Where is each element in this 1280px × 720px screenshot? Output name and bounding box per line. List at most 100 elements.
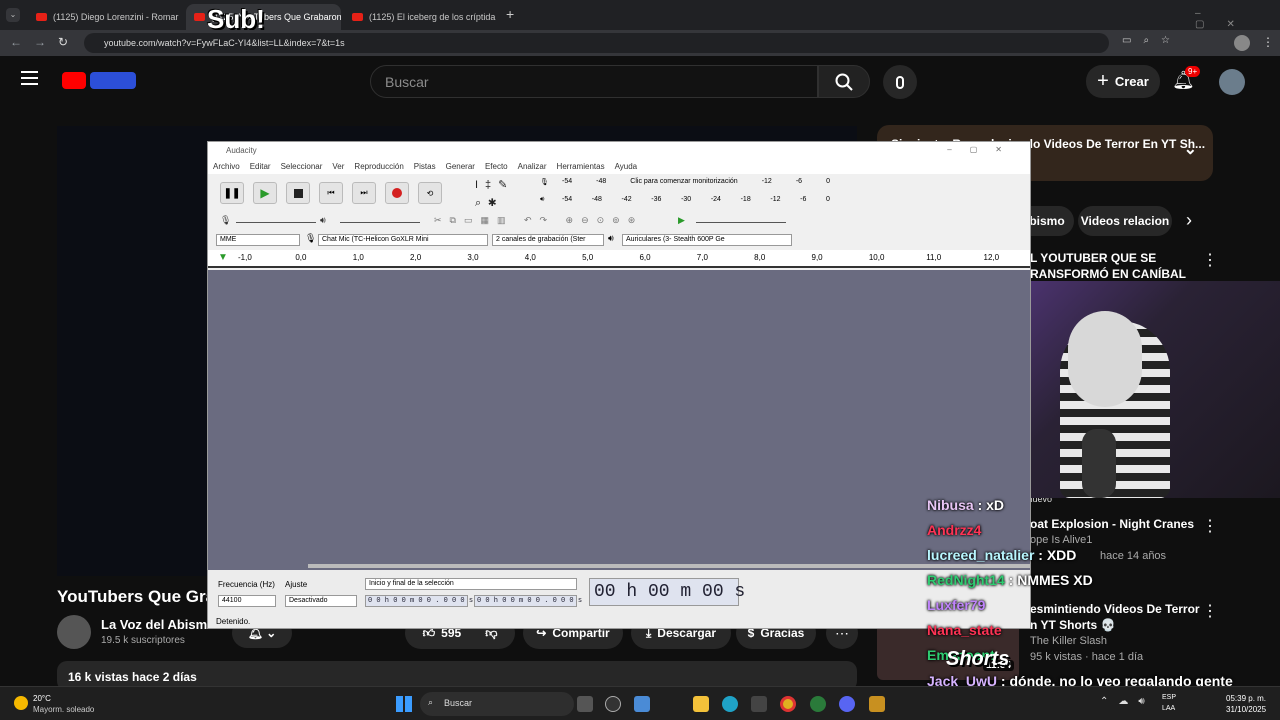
play-at-speed-icon[interactable]: ▶ bbox=[678, 215, 685, 226]
zoom-tool-icon[interactable]: ⌕✱ bbox=[475, 194, 514, 212]
menu-seleccionar[interactable]: Seleccionar bbox=[281, 162, 323, 172]
forward-icon[interactable]: → bbox=[34, 35, 46, 49]
selection-start[interactable]: 0 0 h 0 0 m 0 0 . 0 0 0 s bbox=[365, 595, 473, 607]
record-meter[interactable]: 🎙︎ -54 -48 Clic para comenzar monitoriza… bbox=[540, 178, 830, 192]
chat-username: Nana_state bbox=[927, 622, 1002, 638]
weather-temp[interactable]: 20°C bbox=[33, 694, 51, 703]
menu-herramientas[interactable]: Herramientas bbox=[557, 162, 605, 172]
taskbar-search[interactable]: ⌕ Buscar bbox=[420, 692, 574, 716]
track-scrollbar[interactable] bbox=[308, 564, 1030, 568]
input-language-2[interactable]: LAA bbox=[1162, 705, 1175, 712]
playback-device-select[interactable]: Auriculares (3- Stealth 600P Ge bbox=[622, 234, 792, 246]
clock-date[interactable]: 31/10/2025 bbox=[1226, 705, 1266, 714]
browser-tab-bar: ⌄ (1125) Diego Lorenzini - Romar ✕ (1125… bbox=[0, 0, 1280, 34]
folder-icon[interactable] bbox=[693, 696, 709, 712]
menu-ver[interactable]: Ver bbox=[332, 162, 344, 172]
more-options-icon[interactable]: ⋮ bbox=[1202, 516, 1218, 536]
channel-name[interactable]: La Voz del Abismo bbox=[101, 617, 215, 632]
time-display[interactable]: 00 h 00 m 00 s bbox=[589, 578, 745, 606]
plus-icon: + bbox=[1097, 70, 1109, 92]
back-icon[interactable]: ← bbox=[10, 35, 22, 49]
record-button[interactable] bbox=[385, 182, 409, 204]
menu-ayuda[interactable]: Ayuda bbox=[615, 162, 638, 172]
recording-device-select[interactable]: Chat Mic (TC-Helicon GoXLR Mini bbox=[318, 234, 488, 246]
menu-editar[interactable]: Editar bbox=[250, 162, 271, 172]
search-input[interactable]: Buscar bbox=[370, 65, 818, 98]
chevron-right-icon[interactable]: › bbox=[1186, 210, 1192, 231]
tray-icons[interactable]: ⌃☁🔊︎ bbox=[1100, 696, 1155, 707]
youtube-logo[interactable] bbox=[62, 72, 86, 89]
voice-search-button[interactable] bbox=[883, 65, 917, 99]
chip-2[interactable]: Videos relacion bbox=[1078, 206, 1172, 236]
copilot-icon[interactable] bbox=[634, 696, 650, 712]
start-windows-icon[interactable] bbox=[396, 696, 412, 712]
rec-title-2: n YT Shorts 💀 bbox=[1030, 618, 1116, 632]
app-icon[interactable] bbox=[810, 696, 826, 712]
more-options-icon[interactable]: ⋮ bbox=[1202, 250, 1218, 270]
obs-icon[interactable] bbox=[605, 696, 621, 712]
skip-start-button[interactable]: ⏮ bbox=[319, 182, 343, 204]
menu-efecto[interactable]: Efecto bbox=[485, 162, 508, 172]
track-area[interactable] bbox=[208, 270, 1030, 570]
timeline-ruler[interactable]: ▼ -1,0 0,0 1,0 2,0 3,0 4,0 5,0 6,0 7,0 8,0 9,0 10,0… bbox=[208, 250, 1030, 268]
weather-text[interactable]: Mayorm. soleado bbox=[33, 705, 94, 714]
extensions-icon[interactable]: ▭⌕☆ bbox=[1122, 35, 1182, 46]
channel-avatar[interactable] bbox=[57, 615, 91, 649]
selection-tool-icon[interactable]: I‡✎ bbox=[475, 176, 514, 194]
menu-icon[interactable]: ⋮ bbox=[1262, 35, 1274, 49]
window-controls[interactable]: –▢✕ bbox=[1195, 8, 1280, 30]
skip-end-button[interactable]: ⏭ bbox=[352, 182, 376, 204]
more-options-icon[interactable]: ⋮ bbox=[1202, 601, 1218, 621]
calculator-icon[interactable] bbox=[751, 696, 767, 712]
tab-3[interactable]: (1125) El iceberg de los críptida ✕ bbox=[344, 4, 499, 30]
edge-icon[interactable] bbox=[722, 696, 738, 712]
rate-select[interactable]: 44100 bbox=[218, 595, 276, 607]
menu-reproduccion[interactable]: Reproducción bbox=[354, 162, 403, 172]
edit-tools-icons[interactable]: ✂⧉▭▦▥ ↶↷ ⊕⊖⊙⊚⊛ bbox=[434, 215, 643, 226]
play-speed-slider[interactable] bbox=[696, 222, 786, 223]
mic-volume-slider[interactable] bbox=[236, 222, 316, 223]
rec-item-3[interactable]: esmintiendo Videos De Terror n YT Shorts… bbox=[1030, 601, 1210, 665]
reload-icon[interactable]: ↻ bbox=[58, 35, 68, 49]
menu-archivo[interactable]: Archivo bbox=[213, 162, 240, 172]
window-controls[interactable]: –▢✕ bbox=[947, 145, 1020, 154]
account-avatar[interactable] bbox=[1219, 69, 1245, 95]
url-input[interactable]: youtube.com/watch?v=FywFLaC-YI4&list=LL&… bbox=[84, 33, 1109, 53]
channels-select[interactable]: 2 canales de grabación (Ster bbox=[492, 234, 604, 246]
new-tab-icon[interactable]: + bbox=[506, 6, 514, 22]
tab-1[interactable]: (1125) Diego Lorenzini - Romar ✕ bbox=[28, 4, 183, 30]
input-language-1[interactable]: ESP bbox=[1162, 694, 1176, 701]
host-select[interactable]: MME bbox=[216, 234, 300, 246]
playback-volume-slider[interactable] bbox=[340, 222, 420, 223]
address-bar-row: ← → ↻ youtube.com/watch?v=FywFLaC-YI4&li… bbox=[0, 30, 1280, 56]
youtube-favicon-icon bbox=[194, 13, 205, 21]
meter-tick: -12 bbox=[761, 178, 772, 185]
ruler-tick-label: 9,0 bbox=[811, 253, 823, 262]
menu-analizar[interactable]: Analizar bbox=[518, 162, 547, 172]
playback-meter[interactable]: 🔊︎ -54 -48 -42 -36 -30 -24 -18 -12 -6 0 bbox=[540, 196, 830, 210]
hamburger-icon[interactable] bbox=[21, 71, 38, 85]
create-button[interactable]: + Crear bbox=[1086, 65, 1160, 98]
chevron-down-icon[interactable]: ⌄ bbox=[1184, 139, 1197, 159]
snap-select[interactable]: Desactivado bbox=[285, 595, 357, 607]
chat-message: Nana_state bbox=[927, 622, 1002, 638]
selection-mode-select[interactable]: Inicio y final de la selección bbox=[365, 578, 577, 590]
streamer-face bbox=[1068, 311, 1142, 407]
chrome-icon[interactable] bbox=[780, 696, 796, 712]
discord-icon[interactable] bbox=[839, 696, 855, 712]
profile-avatar[interactable] bbox=[1234, 35, 1250, 51]
menu-generar[interactable]: Generar bbox=[446, 162, 475, 172]
selection-end[interactable]: 0 0 h 0 0 m 0 0 . 0 0 0 s bbox=[474, 595, 582, 607]
transport-toolbar: ❚❚ ▶ ⏮ ⏭ ⟲ bbox=[220, 182, 442, 204]
tab-search-icon[interactable]: ⌄ bbox=[6, 8, 20, 22]
pause-button[interactable]: ❚❚ bbox=[220, 182, 244, 204]
task-view-icon[interactable] bbox=[577, 696, 593, 712]
app-icon[interactable] bbox=[869, 696, 885, 712]
play-button[interactable]: ▶ bbox=[253, 182, 277, 204]
stop-button[interactable] bbox=[286, 182, 310, 204]
menu-pistas[interactable]: Pistas bbox=[414, 162, 436, 172]
loop-button[interactable]: ⟲ bbox=[418, 182, 442, 204]
clock-time[interactable]: 05:39 p. m. bbox=[1226, 694, 1266, 703]
notifications-button[interactable]: 🔔︎ 9+ bbox=[1172, 66, 1201, 92]
search-button[interactable] bbox=[818, 65, 870, 98]
